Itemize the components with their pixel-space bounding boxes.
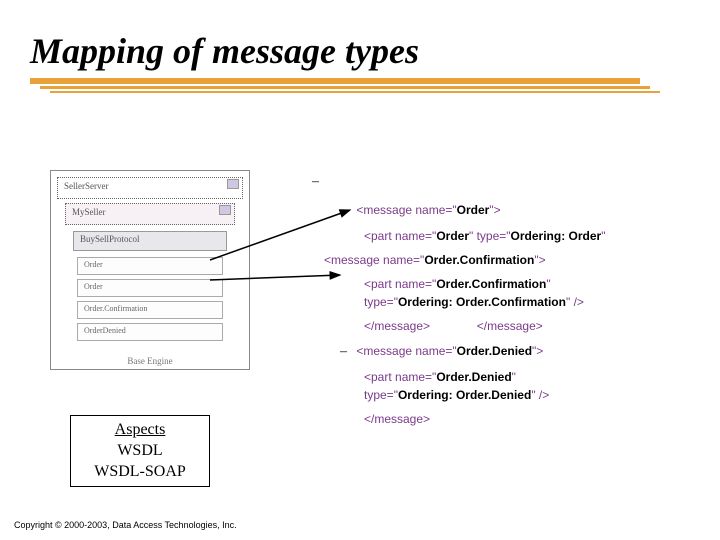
code-line: </message> </message> <box>364 317 710 335</box>
slide-title: Mapping of message types <box>30 30 419 72</box>
aspects-item: WSDL <box>71 441 209 462</box>
aspects-item: WSDL-SOAP <box>71 462 209 483</box>
title-underline <box>30 78 660 94</box>
code-line: <part name="Order.Confirmation" <box>364 275 710 293</box>
code-line: – <message name="Order"> <box>340 200 710 221</box>
diagram-outer: SellerServer <box>57 177 243 199</box>
code-line: <part name="Order" type="Ordering: Order… <box>364 227 710 245</box>
bullet-dash: – <box>340 203 347 218</box>
diagram-proto: BuySellProtocol <box>73 231 227 251</box>
diagram-row: Order.Confirmation <box>77 301 223 319</box>
diagram-caption: Base Engine <box>51 356 249 366</box>
code-line: type="Ordering: Order.Confirmation" /> <box>364 293 710 311</box>
code-line: <message name="Order.Confirmation"> <box>324 251 710 269</box>
aspects-box: Aspects WSDL WSDL-SOAP <box>70 415 210 487</box>
diagram-row: OrderDenied <box>77 323 223 341</box>
component-icon <box>227 179 239 189</box>
top-dash: – <box>312 174 319 190</box>
aspects-heading: Aspects <box>71 420 209 441</box>
code-block: – <message name="Order"> <part name="Ord… <box>340 200 710 434</box>
diagram-row: Order <box>77 279 223 297</box>
code-line: </message> <box>364 410 710 428</box>
diagram-row: Order <box>77 257 223 275</box>
diagram-mid: MySeller <box>65 203 235 225</box>
copyright-text: Copyright © 2000-2003, Data Access Techn… <box>14 520 237 530</box>
bullet-dash: – <box>340 344 347 359</box>
code-line: type="Ordering: Order.Denied" /> <box>364 386 710 404</box>
code-line: – <message name="Order.Denied"> <box>340 341 710 362</box>
component-icon <box>219 205 231 215</box>
uml-diagram: SellerServer MySeller BuySellProtocol Or… <box>50 170 250 370</box>
code-line: <part name="Order.Denied" <box>364 368 710 386</box>
